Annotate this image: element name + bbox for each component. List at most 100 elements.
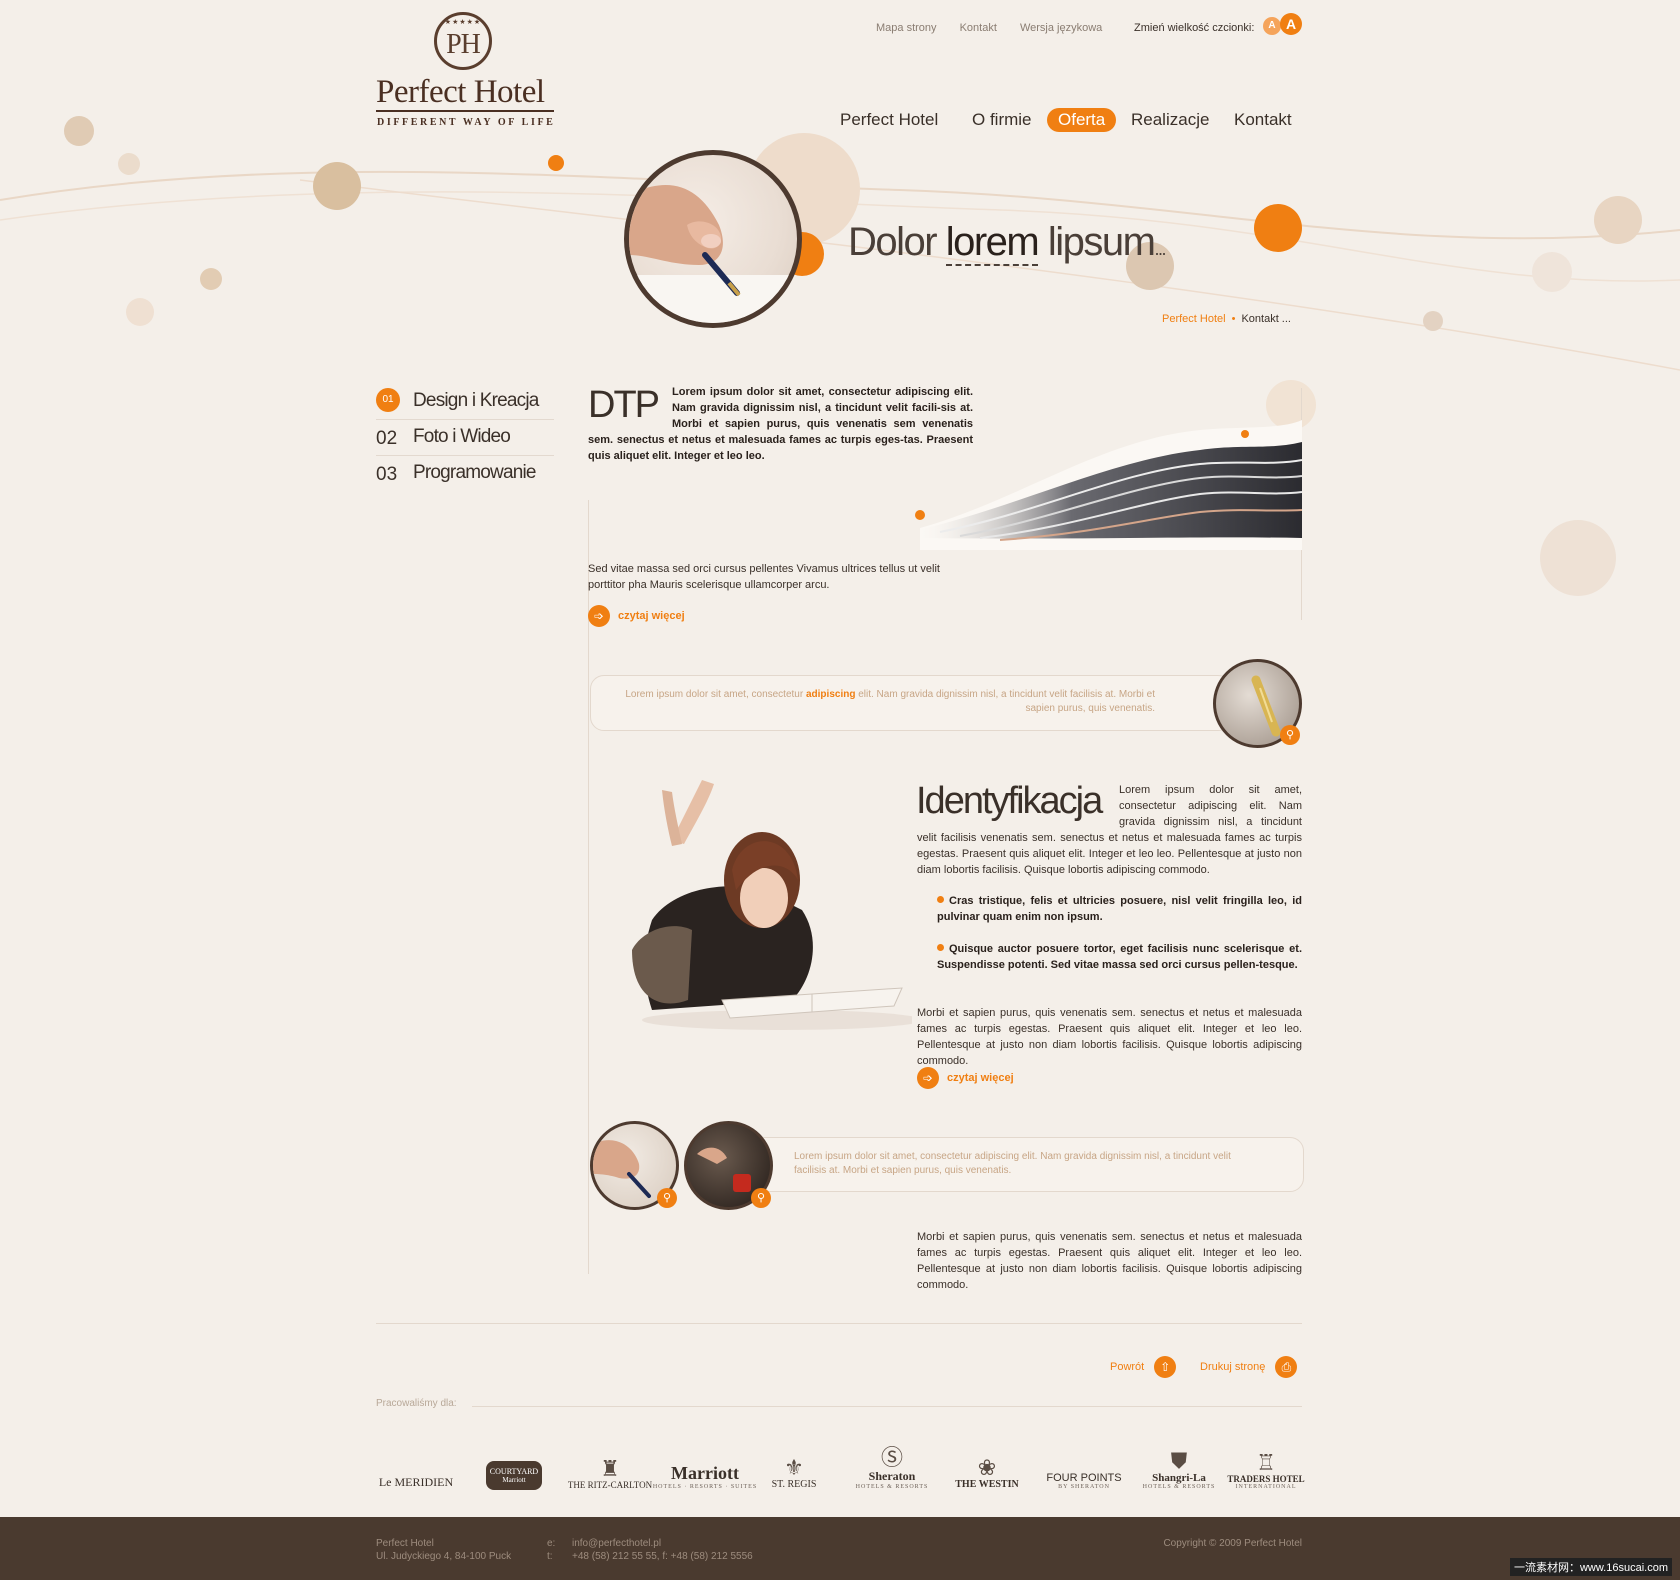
identyfikacja-lead: Lorem ipsum dolor sit amet, consectetur … xyxy=(917,782,1302,878)
partner-logo-sheraton: Ⓢ Sheraton HOTELS & RESORTS xyxy=(856,1440,928,1491)
partner-name: FOUR POINTS xyxy=(1046,1472,1122,1484)
back-label: Powrót xyxy=(1110,1360,1145,1373)
print-link[interactable]: Drukuj stronę ⎙ xyxy=(1200,1356,1298,1378)
nav-oferta[interactable]: Oferta xyxy=(1047,108,1117,132)
partner-name: THE WESTIN xyxy=(955,1479,1019,1490)
side-nav: 01 Design i Kreacja 02 Foto i Wideo 03 P… xyxy=(376,384,554,491)
top-links: Mapa strony Kontakt Wersja językowa xyxy=(876,22,1122,34)
hero-title-word-2: lipsum xyxy=(1047,220,1156,264)
hand-pen-icon xyxy=(629,185,797,323)
side-nav-label: Programowanie xyxy=(413,462,536,483)
partner-logo-traders-hotel: ♖ TRADERS HOTEL INTERNATIONAL xyxy=(1227,1440,1304,1491)
nav-realizacje[interactable]: Realizacje xyxy=(1131,110,1209,130)
bullet-text: Quisque auctor posuere tortor, eget faci… xyxy=(937,943,1302,971)
nav-kontakt[interactable]: Kontakt xyxy=(1234,110,1292,130)
partner-sub: HOTELS · RESORTS · SUITES xyxy=(652,1484,758,1490)
bubble xyxy=(548,155,564,171)
top-link-language[interactable]: Wersja językowa xyxy=(1020,22,1102,34)
identyfikacja-read-more-link[interactable]: ➩ czytaj więcej xyxy=(917,1067,1014,1089)
font-size-small-button[interactable]: A xyxy=(1263,17,1281,35)
partner-sub: BY SHERATON xyxy=(1058,1484,1110,1490)
logo-stars: ★★★★★ xyxy=(444,19,482,26)
bottom-text: Morbi et sapien purus, quis venenatis se… xyxy=(917,1231,1302,1291)
print-label: Drukuj stronę xyxy=(1200,1360,1266,1373)
hero-title-word-1: Dolor xyxy=(848,220,938,264)
footer-email-label: e: xyxy=(547,1538,556,1549)
side-nav-number: 01 xyxy=(376,388,400,412)
side-nav-number: 03 xyxy=(376,464,398,485)
printer-icon: ⎙ xyxy=(1275,1356,1298,1378)
bullet-icon xyxy=(937,944,944,951)
bubble xyxy=(1594,196,1642,244)
zoom-icon[interactable]: ⚲ xyxy=(751,1188,771,1208)
partner-logo-ritz-carlton: ♜ THE RITZ-CARLTON xyxy=(567,1440,653,1491)
side-nav-label: Foto i Wideo xyxy=(413,426,511,447)
side-nav-item-programowanie[interactable]: 03 Programowanie xyxy=(376,456,554,491)
quote-text-part: elit. Nam gravida dignissim nisl, a tinc… xyxy=(855,689,1155,714)
back-link[interactable]: Powrót ⇧ xyxy=(1110,1356,1177,1378)
partner-logo-le-meridien: Le MERIDIEN xyxy=(376,1440,456,1490)
quote-text-part: Lorem ipsum dolor sit amet, consectetur xyxy=(625,689,806,700)
westin-emblem-icon: ❀ xyxy=(977,1455,997,1480)
woman-reading-image xyxy=(632,780,912,1030)
quote-box: Lorem ipsum dolor sit amet, consectetur … xyxy=(590,675,1232,731)
hero-image xyxy=(624,150,802,328)
footer-contact-labels: e: t: xyxy=(547,1537,555,1563)
footer-company-name: Perfect Hotel xyxy=(376,1538,434,1549)
worked-for-label: Pracowaliśmy dla: xyxy=(376,1398,457,1409)
quote-text: Lorem ipsum dolor sit amet, consectetur … xyxy=(794,1151,1231,1176)
identyfikacja-lead-text: Lorem ipsum dolor sit amet, consectetur … xyxy=(917,784,1302,876)
identyfikacja-text: Morbi et sapien purus, quis venenatis se… xyxy=(917,1007,1302,1067)
partner-logo-marriott: Marriott HOTELS · RESORTS · SUITES xyxy=(653,1440,756,1490)
lion-crest-icon: ♜ xyxy=(600,1456,620,1481)
partner-name: ST. REGIS xyxy=(771,1479,817,1490)
breadcrumb-current: Kontakt ... xyxy=(1241,313,1291,325)
side-nav-label: Design i Kreacja xyxy=(413,390,539,411)
magazine-image xyxy=(915,420,1302,550)
zoom-icon[interactable]: ⚲ xyxy=(1280,725,1300,745)
quote-text-bold: adipiscing xyxy=(805,689,856,700)
zoom-icon[interactable]: ⚲ xyxy=(657,1188,677,1208)
font-size-label: Zmień wielkość czcionki: xyxy=(1134,22,1255,34)
bubble xyxy=(313,162,361,210)
traders-crest-icon: ♖ xyxy=(1256,1450,1276,1475)
identyfikacja-bullet: Cras tristique, felis et ultricies posue… xyxy=(937,893,1302,925)
partner-name: Le MERIDIEN xyxy=(378,1475,454,1489)
font-size-large-button[interactable]: A xyxy=(1280,13,1302,35)
side-nav-item-design[interactable]: 01 Design i Kreacja xyxy=(376,384,554,420)
dtp-text: Sed vitae massa sed orci cursus pellente… xyxy=(588,563,940,591)
identyfikacja-read-more-label: czytaj więcej xyxy=(947,1071,1014,1084)
bubble xyxy=(1540,520,1616,596)
footer-company: Perfect Hotel Ul. Judyckiego 4, 84-100 P… xyxy=(376,1537,511,1563)
footer-phone-label: t: xyxy=(547,1551,553,1562)
bubble xyxy=(126,298,154,326)
partner-logo-st-regis: ⚜ ST. REGIS xyxy=(764,1440,824,1491)
logo-rule xyxy=(376,110,554,112)
arrow-up-icon: ⇧ xyxy=(1154,1356,1177,1378)
quote-text: Lorem ipsum dolor sit amet, consectetur … xyxy=(595,688,1155,716)
divider xyxy=(472,1406,1302,1407)
side-nav-item-foto[interactable]: 02 Foto i Wideo xyxy=(376,420,554,456)
arrow-right-icon: ➩ xyxy=(588,605,610,627)
breadcrumb-home[interactable]: Perfect Hotel xyxy=(1162,313,1226,325)
nav-perfect-hotel[interactable]: Perfect Hotel xyxy=(840,110,938,130)
footer-copyright: Copyright © 2009 Perfect Hotel xyxy=(1163,1538,1302,1549)
bubble xyxy=(200,268,222,290)
top-link-contact[interactable]: Kontakt xyxy=(960,22,997,34)
dtp-read-more-link[interactable]: ➩ czytaj więcej xyxy=(588,605,685,627)
partner-name: THE RITZ-CARLTON xyxy=(567,1480,653,1490)
side-nav-number: 02 xyxy=(376,428,398,449)
partner-sub: HOTELS & RESORTS xyxy=(855,1484,929,1490)
hero-title: Dolor lorem lipsum... xyxy=(848,220,1166,266)
partner-sub: Marriott xyxy=(502,1476,526,1484)
footer-email-link[interactable]: info@perfecthotel.pl xyxy=(572,1537,753,1550)
breadcrumb-separator: • xyxy=(1231,313,1236,325)
shangri-la-emblem-icon: ⛊ xyxy=(1170,1448,1188,1473)
logo-tagline: DIFFERENT WAY OF LIFE xyxy=(377,117,556,128)
hero-title-ellipsis: ... xyxy=(1154,239,1166,259)
nav-o-firmie[interactable]: O firmie xyxy=(972,110,1032,130)
courtyard-badge: COURTYARD Marriott xyxy=(485,1461,543,1490)
partner-name: COURTYARD xyxy=(489,1467,539,1476)
top-link-sitemap[interactable]: Mapa strony xyxy=(876,22,937,34)
sheraton-s-icon: Ⓢ xyxy=(880,1445,903,1470)
